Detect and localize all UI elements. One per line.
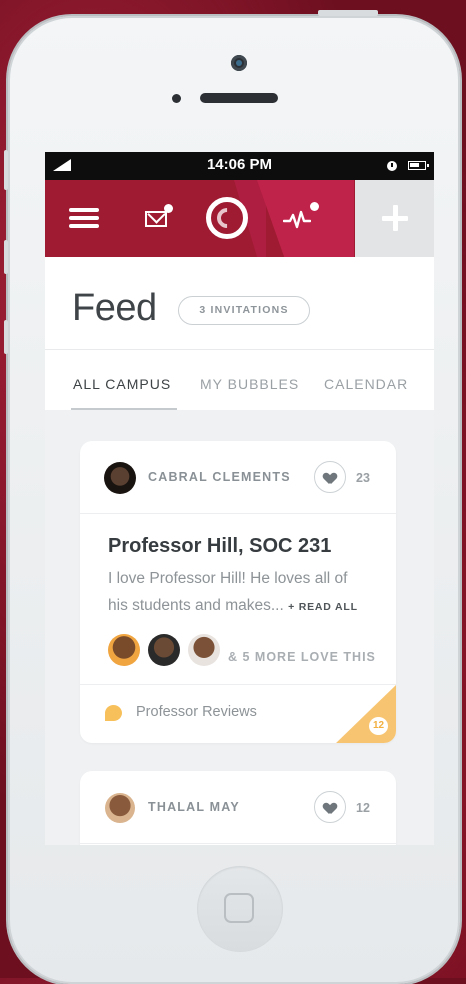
post-header: THALAL MAY 12 [80, 771, 396, 844]
post-body: I love Professor Hill! He loves all of h… [108, 565, 370, 621]
envelope-icon[interactable] [145, 211, 167, 227]
power-button [318, 10, 378, 16]
post-card[interactable]: CABRAL CLEMENTS 23 Professor Hill, SOC 2… [80, 441, 396, 743]
alarm-icon [387, 161, 397, 171]
heart-icon [324, 473, 334, 482]
like-count: 23 [356, 471, 370, 485]
post-footer: Professor Reviews 12 [80, 684, 396, 743]
mute-switch [4, 150, 8, 190]
like-button[interactable] [314, 461, 346, 493]
more-love-label[interactable]: & 5 MORE LOVE THIS [228, 650, 376, 664]
screen: 14:06 PM Feed 3 INVITATIONS ALL CAMPUS M… [45, 152, 434, 845]
post-title[interactable]: Professor Hill, SOC 231 [108, 535, 331, 558]
read-all-link[interactable]: + READ ALL [288, 601, 358, 613]
bubble-topic-link[interactable]: Professor Reviews [136, 704, 257, 720]
page-title: Feed [72, 287, 157, 329]
bubble-logo-icon[interactable] [206, 197, 248, 239]
avatar[interactable] [105, 793, 135, 823]
volume-up-button [4, 240, 8, 274]
pulse-icon[interactable] [283, 206, 311, 232]
comment-count[interactable]: 12 [369, 717, 388, 735]
heart-icon [324, 803, 334, 812]
feed-header: Feed 3 INVITATIONS [45, 257, 434, 350]
chat-bubble-icon [105, 705, 122, 721]
tab-bar: ALL CAMPUS MY BUBBLES CALENDAR [45, 350, 434, 413]
camera [231, 55, 247, 71]
volume-down-button [4, 320, 8, 354]
speaker [200, 93, 278, 103]
mail-notification-dot [164, 204, 173, 213]
hamburger-icon[interactable] [69, 208, 99, 228]
avatar[interactable] [148, 634, 180, 666]
like-button[interactable] [314, 791, 346, 823]
status-bar: 14:06 PM [45, 152, 434, 180]
post-author[interactable]: THALAL MAY [148, 800, 240, 814]
avatar[interactable] [188, 634, 220, 666]
post-header: CABRAL CLEMENTS 23 [80, 441, 396, 514]
add-button[interactable] [355, 180, 434, 257]
post-card[interactable]: THALAL MAY 12 [80, 771, 396, 845]
post-author[interactable]: CABRAL CLEMENTS [148, 470, 291, 484]
invitations-button[interactable]: 3 INVITATIONS [178, 296, 310, 325]
plus-icon-vertical [393, 205, 398, 231]
tab-calendar[interactable]: CALENDAR [324, 376, 408, 392]
avatar[interactable] [104, 462, 136, 494]
sensor [172, 94, 181, 103]
tab-my-bubbles[interactable]: MY BUBBLES [200, 376, 299, 392]
activity-notification-dot [310, 202, 319, 211]
comments-corner[interactable] [335, 685, 396, 743]
status-time: 14:06 PM [206, 156, 273, 173]
home-button[interactable] [197, 866, 283, 952]
like-count: 12 [356, 801, 370, 815]
tab-all-campus[interactable]: ALL CAMPUS [73, 376, 171, 392]
home-square-icon [224, 893, 254, 923]
top-nav [45, 180, 434, 257]
avatar[interactable] [108, 634, 140, 666]
battery-icon [408, 161, 429, 170]
